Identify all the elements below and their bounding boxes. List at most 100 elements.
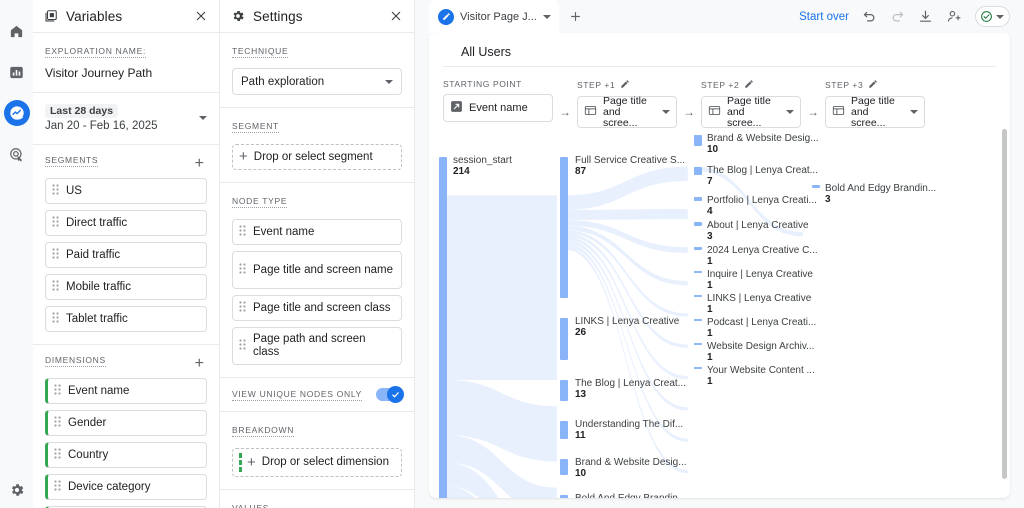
- dimension-chip[interactable]: Event name: [45, 378, 207, 404]
- drag-handle-icon[interactable]: [54, 480, 63, 494]
- date-range-section[interactable]: Last 28 days Jan 20 - Feb 16, 2025: [33, 93, 219, 145]
- unique-nodes-row: VIEW UNIQUE NODES ONLY: [220, 378, 414, 412]
- drag-handle-icon[interactable]: [52, 248, 61, 262]
- sankey-node-bar[interactable]: [560, 157, 568, 298]
- node-type-chip[interactable]: Page title and screen class: [232, 295, 402, 321]
- drag-handle-icon[interactable]: [239, 225, 248, 239]
- sankey-node-bar[interactable]: [560, 421, 568, 439]
- sankey-node-bar[interactable]: [694, 342, 702, 346]
- add-segment-button[interactable]: +: [192, 155, 207, 172]
- segment-label: Direct traffic: [66, 216, 128, 229]
- drag-handle-icon[interactable]: [52, 280, 61, 294]
- sankey-node-bar[interactable]: [694, 135, 702, 146]
- drag-handle-icon[interactable]: [54, 448, 63, 462]
- exploration-name-value[interactable]: Visitor Journey Path: [45, 66, 207, 80]
- unique-nodes-toggle[interactable]: [376, 386, 404, 403]
- date-range-pill: Last 28 days: [45, 104, 119, 118]
- node-type-chip-label: Event name: [253, 225, 315, 238]
- home-icon[interactable]: [4, 18, 30, 44]
- sankey-node-bar[interactable]: [694, 270, 702, 274]
- navigation-rail: [0, 0, 33, 508]
- admin-settings-button[interactable]: [0, 482, 33, 498]
- dimensions-section: DIMENSIONS + Event name Gender Country D…: [33, 345, 219, 508]
- node-type-label: NODE TYPE: [232, 196, 288, 208]
- segments-label: SEGMENTS: [45, 155, 99, 167]
- segment-section: SEGMENT + Drop or select segment: [220, 108, 414, 183]
- reports-icon[interactable]: [4, 59, 30, 85]
- undo-icon[interactable]: [862, 9, 877, 24]
- sankey-node-value: 1: [707, 303, 713, 315]
- chevron-down-icon[interactable]: [542, 14, 551, 19]
- drag-handle-icon[interactable]: [52, 312, 61, 326]
- redo-icon[interactable]: [890, 9, 905, 24]
- sankey-node-label: Podcast | Lenya Creati...: [707, 316, 817, 328]
- node-type-chip-label: Page path and screen class: [253, 333, 366, 358]
- drag-handle-icon[interactable]: [239, 339, 248, 353]
- segment-label: Mobile traffic: [66, 280, 131, 293]
- sankey-node-value: 1: [707, 279, 713, 291]
- sankey-node-bar[interactable]: [812, 185, 820, 189]
- sankey-node-value: 4: [707, 205, 713, 217]
- add-dimension-button[interactable]: +: [192, 355, 207, 372]
- sankey-node-bar[interactable]: [439, 157, 447, 498]
- sankey-node-bar[interactable]: [694, 247, 702, 250]
- drag-handle-icon[interactable]: [239, 301, 248, 315]
- dimensions-label: DIMENSIONS: [45, 355, 106, 367]
- sankey-node-bar[interactable]: [694, 294, 702, 298]
- dimension-chip[interactable]: Device category: [45, 474, 207, 500]
- breakdown-dropzone[interactable]: + Drop or select dimension: [232, 448, 402, 477]
- sankey-node-label: 2024 Lenya Creative C...: [707, 245, 818, 256]
- chevron-down-icon[interactable]: [199, 115, 207, 120]
- explore-icon[interactable]: [3, 100, 30, 126]
- sankey-node-bar[interactable]: [694, 222, 702, 226]
- sankey-node-value: 1: [707, 256, 713, 267]
- segment-label: SEGMENT: [232, 121, 279, 133]
- sankey-node-label: LINKS | Lenya Creative: [707, 292, 812, 304]
- report-scrollbar[interactable]: [1002, 129, 1007, 479]
- sankey-node-bar[interactable]: [694, 318, 702, 322]
- node-type-chip[interactable]: Event name: [232, 219, 402, 245]
- drag-handle-icon[interactable]: [52, 184, 61, 198]
- drag-handle-icon[interactable]: [239, 263, 248, 277]
- sankey-node-bar[interactable]: [560, 317, 568, 361]
- sankey-node-bar[interactable]: [694, 366, 702, 369]
- close-icon[interactable]: [193, 8, 209, 24]
- drag-handle-icon[interactable]: [54, 384, 63, 398]
- download-icon[interactable]: [918, 9, 933, 24]
- save-status-pill[interactable]: [975, 6, 1010, 27]
- node-type-chip[interactable]: Page title and screen name: [232, 251, 402, 289]
- sankey-node-bar[interactable]: [560, 458, 568, 476]
- sankey-node-bar[interactable]: [560, 495, 568, 498]
- start-over-button[interactable]: Start over: [799, 11, 849, 23]
- segment-chip[interactable]: Direct traffic: [45, 210, 207, 236]
- date-range-value: Jan 20 - Feb 16, 2025: [45, 120, 158, 132]
- app-root: Variables EXPLORATION NAME: Visitor Jour…: [0, 0, 1024, 508]
- variables-icon: [44, 9, 58, 23]
- segment-chip[interactable]: Mobile traffic: [45, 274, 207, 300]
- segment-chip[interactable]: Tablet traffic: [45, 306, 207, 332]
- dimension-chip[interactable]: Gender: [45, 410, 207, 436]
- settings-title: Settings: [253, 8, 303, 24]
- advertising-icon[interactable]: [4, 141, 30, 167]
- segment-chip[interactable]: US: [45, 178, 207, 204]
- sankey-node-value: 214: [453, 166, 470, 177]
- dimension-chip[interactable]: Country: [45, 442, 207, 468]
- sankey-node-value: 1: [707, 375, 713, 387]
- node-type-chip[interactable]: Page path and screen class: [232, 327, 402, 365]
- tab-label: Visitor Page J...: [460, 10, 537, 23]
- segment-label: Tablet traffic: [66, 312, 128, 325]
- technique-select[interactable]: Path exploration: [232, 68, 402, 95]
- sankey-node-value: 1: [707, 351, 713, 363]
- sankey-node-bar[interactable]: [694, 167, 702, 176]
- sankey-node-bar[interactable]: [694, 196, 702, 201]
- close-icon[interactable]: [388, 8, 404, 24]
- segment-dropzone[interactable]: + Drop or select segment: [232, 144, 402, 170]
- share-add-user-icon[interactable]: [946, 9, 962, 24]
- segment-chip[interactable]: Paid traffic: [45, 242, 207, 268]
- add-tab-button[interactable]: [559, 0, 592, 33]
- tab-visitor-page-journey[interactable]: Visitor Page J...: [429, 0, 559, 33]
- drag-handle-icon[interactable]: [52, 216, 61, 230]
- sankey-node-label: About | Lenya Creative: [707, 220, 809, 232]
- drag-handle-icon[interactable]: [54, 416, 63, 430]
- sankey-node-bar[interactable]: [560, 380, 568, 402]
